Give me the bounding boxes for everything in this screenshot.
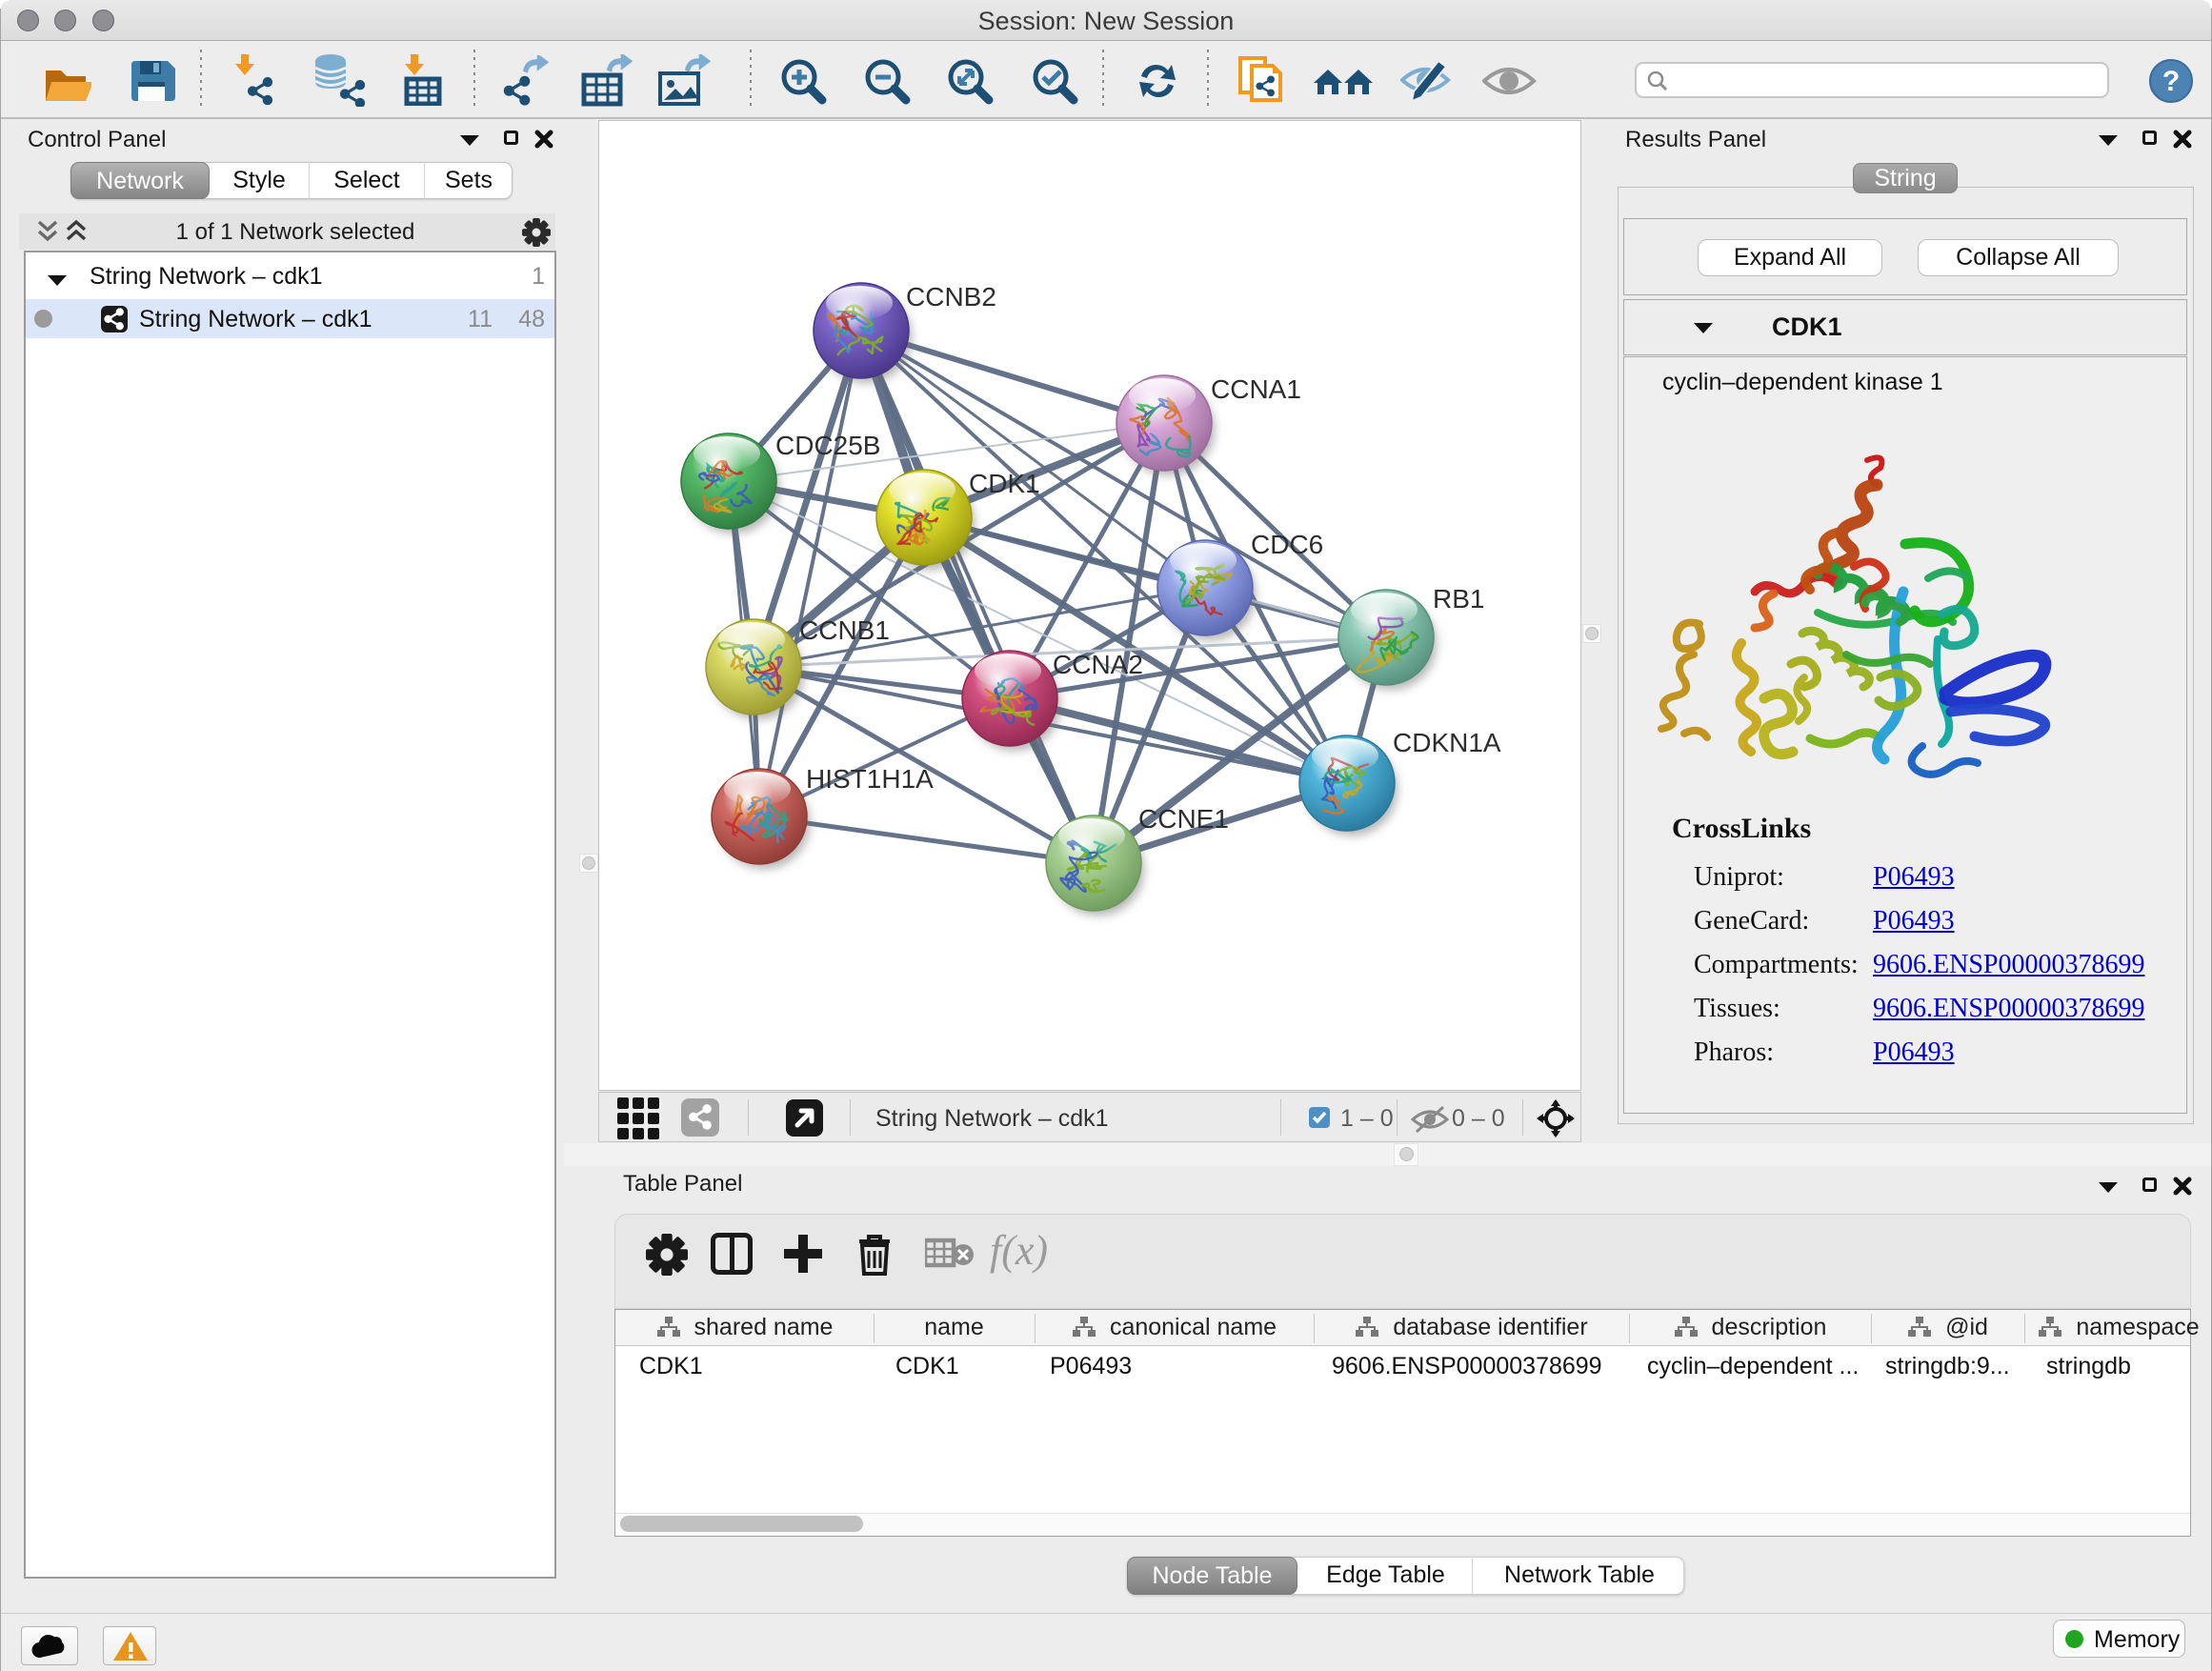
svg-text:HIST1H1A: HIST1H1A bbox=[806, 764, 934, 794]
svg-text:CDC6: CDC6 bbox=[1251, 530, 1323, 559]
svg-text:CCNE1: CCNE1 bbox=[1138, 804, 1229, 834]
svg-text:CCNB1: CCNB1 bbox=[799, 615, 890, 645]
svg-text:CDKN1A: CDKN1A bbox=[1393, 728, 1501, 757]
svg-text:CDK1: CDK1 bbox=[969, 469, 1040, 498]
svg-text:CCNA1: CCNA1 bbox=[1211, 374, 1301, 404]
svg-text:CCNA2: CCNA2 bbox=[1053, 650, 1143, 679]
svg-text:RB1: RB1 bbox=[1433, 584, 1484, 614]
svg-text:CDC25B: CDC25B bbox=[775, 431, 880, 460]
svg-text:CCNB2: CCNB2 bbox=[906, 282, 996, 312]
